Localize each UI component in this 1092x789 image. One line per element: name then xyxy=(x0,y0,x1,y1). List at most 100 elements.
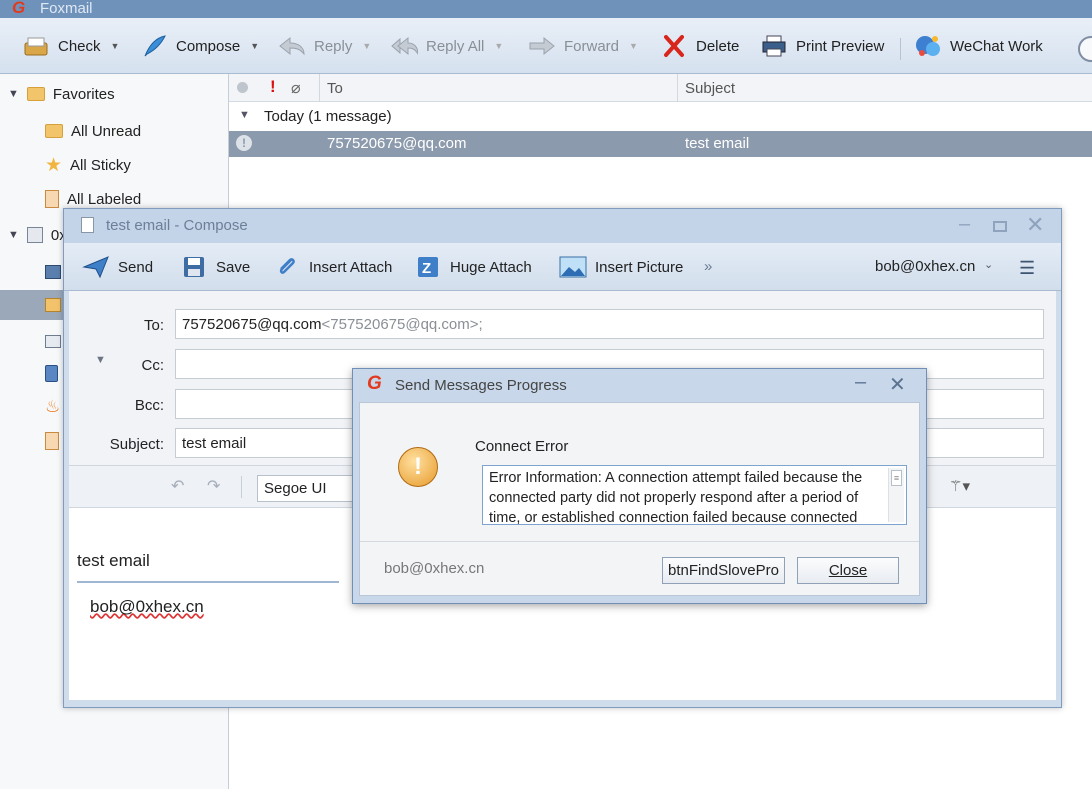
delete-button[interactable]: Delete xyxy=(660,32,739,60)
minimize-icon[interactable]: ‒ xyxy=(959,213,970,236)
check-label: Check xyxy=(58,37,101,55)
printer-icon xyxy=(760,34,788,58)
close-label: Close xyxy=(828,562,868,579)
inbox-tray-icon xyxy=(22,34,50,58)
sidebar-item-favorites[interactable]: ▼ Favorites xyxy=(8,79,115,109)
to-recipient-address: <757520675@qq.com>; xyxy=(321,316,483,333)
folder-icon xyxy=(45,124,63,138)
sidebar-item-trash[interactable] xyxy=(45,358,58,388)
expand-triangle-icon[interactable]: ▼ xyxy=(239,109,250,121)
all-sticky-label: All Sticky xyxy=(70,156,131,174)
dialog-content: ! Connect Error Error Information: A con… xyxy=(359,402,920,596)
close-icon[interactable]: ✕ xyxy=(889,372,906,397)
error-message: Error Information: A connection attempt … xyxy=(489,470,863,525)
subject-value: test email xyxy=(182,435,247,452)
reply-all-button[interactable]: Reply All ▼ xyxy=(390,32,503,60)
huge-attach-label: Huge Attach xyxy=(450,258,532,276)
floppy-disk-icon xyxy=(180,255,208,279)
reply-all-arrow-icon xyxy=(390,34,418,58)
insert-picture-button[interactable]: Insert Picture xyxy=(559,253,683,281)
huge-attach-icon: Z xyxy=(414,255,442,279)
bcc-label: Bcc: xyxy=(134,397,164,414)
column-header-to[interactable]: To xyxy=(327,80,343,97)
sidebar-item-sent[interactable] xyxy=(45,326,61,356)
chevron-down-icon[interactable]: ▼ xyxy=(362,41,371,51)
list-group-header[interactable]: ▼ Today (1 message) xyxy=(229,103,1092,131)
check-button[interactable]: Check ▼ xyxy=(22,32,119,60)
find-solve-problem-button[interactable]: btnFindSlovePro xyxy=(662,557,785,584)
bookmark-icon xyxy=(45,432,59,450)
account-icon xyxy=(26,227,43,243)
undo-icon[interactable]: ↶ xyxy=(171,476,184,496)
close-button[interactable]: Close xyxy=(797,557,899,584)
search-icon[interactable] xyxy=(1078,36,1092,62)
more-tools-icon[interactable]: » xyxy=(704,258,712,275)
chevron-down-icon[interactable]: ▼ xyxy=(494,41,503,51)
to-recipient-name[interactable]: 757520675@qq.com xyxy=(182,316,322,333)
app-title: Foxmail xyxy=(40,0,93,17)
star-icon: ★ xyxy=(45,154,63,176)
dialog-title: Send Messages Progress xyxy=(395,377,567,394)
reply-button[interactable]: Reply ▼ xyxy=(278,32,371,60)
find-solve-label: btnFindSlovePro xyxy=(668,562,779,579)
fire-icon: ♨ xyxy=(45,397,61,416)
close-icon[interactable]: ✕ xyxy=(1026,212,1044,238)
document-icon xyxy=(81,217,94,233)
maximize-icon[interactable] xyxy=(993,221,1007,232)
chevron-down-icon[interactable]: ▼ xyxy=(250,41,259,51)
sidebar-item-junk[interactable]: ♨ xyxy=(45,392,60,422)
sidebar-item-labels[interactable] xyxy=(45,426,59,456)
magic-wand-icon[interactable]: ⚚▾ xyxy=(949,477,970,495)
chevron-down-icon[interactable]: ▼ xyxy=(111,41,120,51)
chevron-down-icon[interactable]: ▼ xyxy=(629,41,638,51)
chevron-down-icon[interactable]: ⌄ xyxy=(984,258,993,271)
sidebar-item-inbox[interactable] xyxy=(45,257,61,287)
minimize-icon[interactable]: ‒ xyxy=(855,371,866,394)
foxmail-logo-icon: G xyxy=(12,0,26,17)
save-button[interactable]: Save xyxy=(180,253,250,281)
wechat-work-button[interactable]: WeChat Work xyxy=(914,32,1043,60)
group-label: Today (1 message) xyxy=(264,108,392,125)
expand-triangle-icon[interactable]: ▼ xyxy=(8,229,19,241)
redo-icon[interactable]: ↷ xyxy=(207,476,220,496)
delete-label: Delete xyxy=(696,37,740,55)
forward-label: Forward xyxy=(564,37,620,55)
forward-arrow-icon xyxy=(528,34,556,58)
compose-title: test email - Compose xyxy=(106,217,248,234)
compose-button[interactable]: Compose ▼ xyxy=(140,32,259,60)
from-account-selector[interactable]: bob@0xhex.cn xyxy=(875,258,975,275)
delete-x-icon xyxy=(660,34,688,58)
sidebar-item-all-sticky[interactable]: ★ All Sticky xyxy=(45,150,131,180)
column-header-subject[interactable]: Subject xyxy=(685,80,735,97)
insert-picture-label: Insert Picture xyxy=(595,258,684,276)
sent-icon xyxy=(45,334,61,348)
to-label: To: xyxy=(143,317,164,334)
expand-triangle-icon[interactable]: ▼ xyxy=(8,88,19,100)
paper-plane-icon xyxy=(82,255,110,279)
priority-column-icon[interactable]: ! xyxy=(270,77,276,97)
forward-button[interactable]: Forward ▼ xyxy=(528,32,638,60)
font-family-select[interactable]: Segoe UI xyxy=(257,475,357,502)
compose-titlebar: test email - Compose ‒ ✕ xyxy=(64,209,1061,243)
huge-attach-button[interactable]: Z Huge Attach xyxy=(414,253,532,281)
picture-icon xyxy=(559,255,587,279)
error-details-textbox[interactable]: Error Information: A connection attempt … xyxy=(482,465,907,525)
print-preview-label: Print Preview xyxy=(796,37,885,55)
to-field[interactable]: 757520675@qq.com<757520675@qq.com>; xyxy=(175,309,1044,339)
send-button[interactable]: Send xyxy=(82,253,153,281)
menu-list-icon[interactable]: ☰ xyxy=(1019,258,1035,279)
toolbar-divider xyxy=(900,38,901,60)
favorites-label: Favorites xyxy=(52,85,115,103)
sidebar-item-all-unread[interactable]: All Unread xyxy=(45,116,141,146)
print-preview-button[interactable]: Print Preview xyxy=(760,32,884,60)
scroll-thumb[interactable]: ≡ xyxy=(891,470,902,486)
attachment-column-icon[interactable]: ⌀ xyxy=(291,78,301,98)
read-status-column-icon[interactable] xyxy=(237,82,248,93)
table-row[interactable]: ! 757520675@qq.com test email xyxy=(229,131,1092,157)
reply-label: Reply xyxy=(314,37,353,55)
insert-attach-button[interactable]: Insert Attach xyxy=(273,253,392,281)
scrollbar[interactable]: ≡ xyxy=(888,468,904,522)
reply-arrow-icon xyxy=(278,34,306,58)
drafts-icon xyxy=(45,298,61,312)
sidebar-item-account[interactable]: ▼ 0x xyxy=(8,220,67,250)
